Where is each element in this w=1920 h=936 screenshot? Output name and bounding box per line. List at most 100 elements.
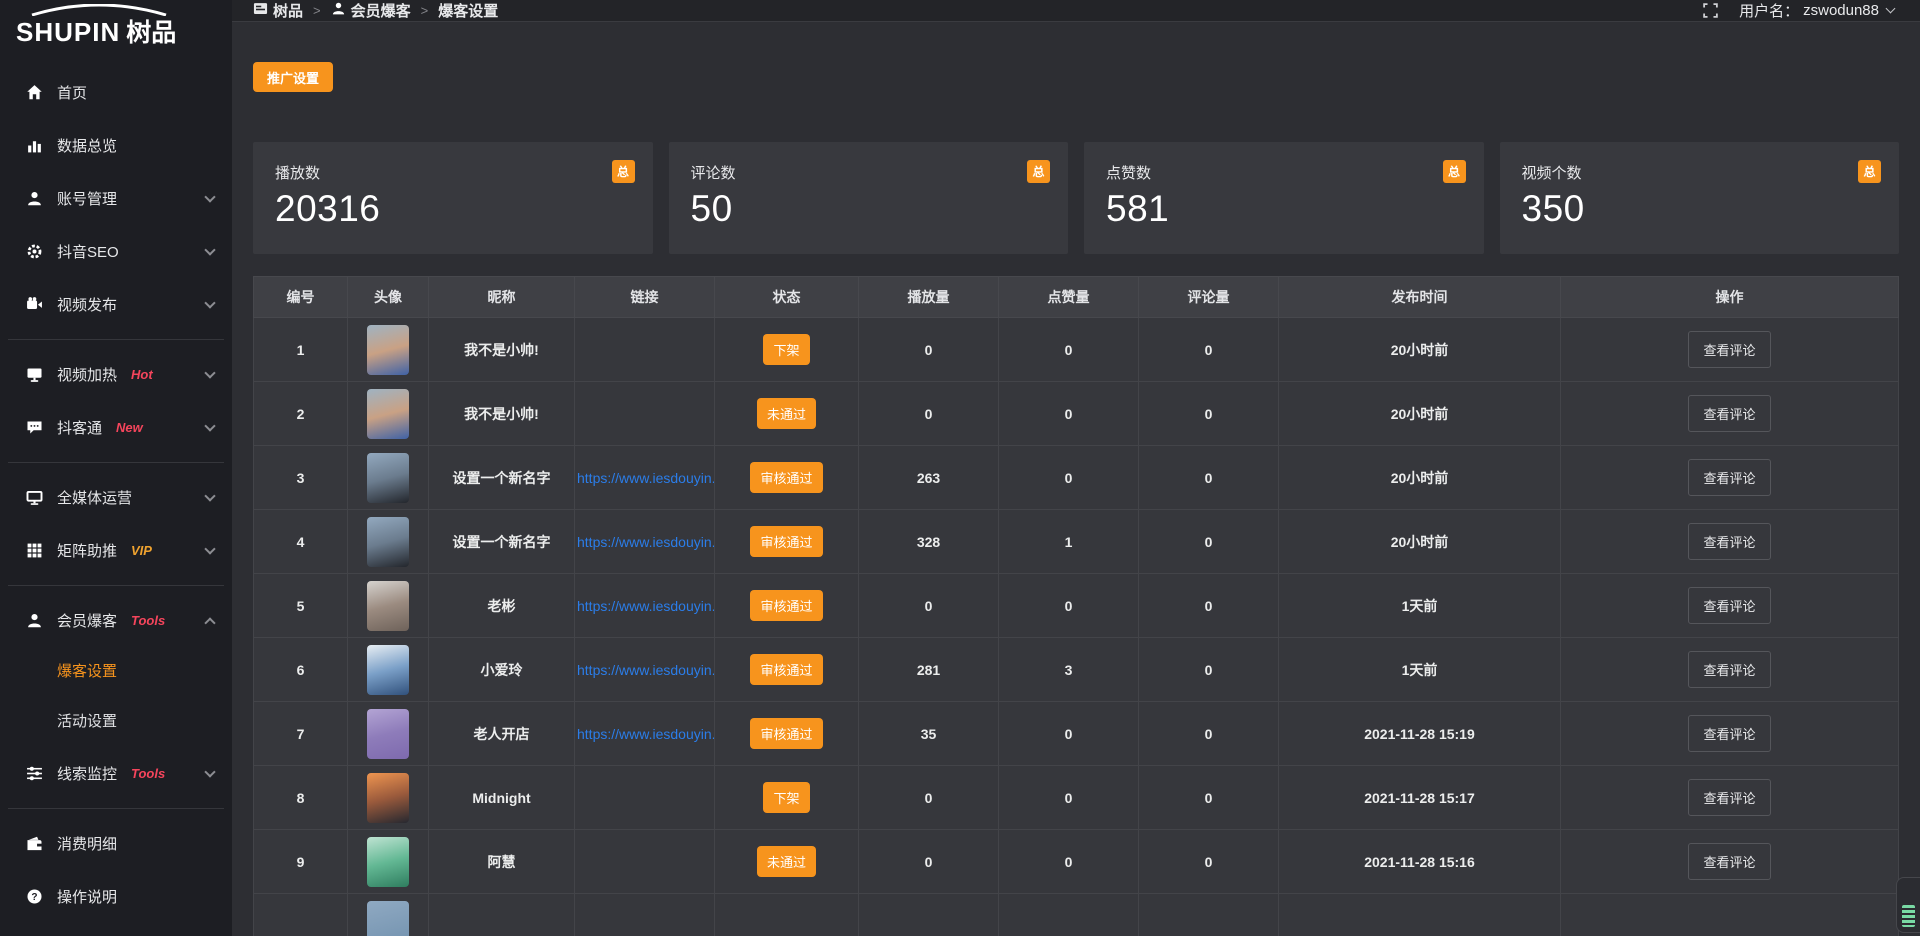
chevron-down-icon: [204, 766, 215, 777]
sidebar-subitem-activity-settings[interactable]: 活动设置: [0, 697, 232, 747]
breadcrumb-item-shupin[interactable]: 树品: [253, 0, 303, 21]
cell-nickname: 小爱玲: [429, 638, 575, 702]
user-menu[interactable]: 用户名：zswodun88: [1739, 0, 1894, 21]
cell-likes: 0: [999, 446, 1139, 510]
cell-likes: 0: [999, 702, 1139, 766]
page-content: 推广设置 播放数20316总评论数50总点赞数581总视频个数350总 编号头像…: [232, 22, 1920, 936]
sidebar-item-label: 视频发布: [57, 294, 117, 315]
view-comments-button[interactable]: 查看评论: [1688, 587, 1770, 624]
cell-comments: 0: [1139, 574, 1279, 638]
cell-avatar: [348, 702, 429, 766]
total-badge: 总: [1027, 160, 1050, 183]
cell-nickname: 设置一个新名字: [429, 446, 575, 510]
avatar-cartoon-avatar: [367, 709, 409, 759]
video-link[interactable]: https://www.iesdouyin.c: [575, 534, 714, 550]
cell-avatar: [348, 382, 429, 446]
cell-plays: 263: [859, 446, 999, 510]
sidebar-divider: [8, 462, 224, 463]
chevron-down-icon: [204, 420, 215, 431]
sidebar-item-home[interactable]: 首页: [0, 66, 232, 119]
sidebar-item-video-heat[interactable]: 视频加热Hot: [0, 348, 232, 401]
sidebar-item-data-overview[interactable]: 数据总览: [0, 119, 232, 172]
cell-avatar: [348, 446, 429, 510]
view-comments-button[interactable]: 查看评论: [1688, 779, 1770, 816]
column-header: 编号: [254, 277, 348, 318]
cell-publish-time: 2021-11-28 15:16: [1279, 830, 1561, 894]
table-body: 1我不是小帅!下架00020小时前查看评论2我不是小帅!未通过00020小时前查…: [254, 318, 1899, 936]
video-link[interactable]: https://www.iesdouyin.c: [575, 662, 714, 678]
sidebar-item-account-manage[interactable]: 账号管理: [0, 172, 232, 225]
promo-settings-button[interactable]: 推广设置: [253, 62, 333, 92]
cell-link: [575, 894, 715, 936]
chat-widget-icon: [1902, 905, 1915, 927]
cell-publish-time: 1天前: [1279, 638, 1561, 702]
cell-status: 审核通过: [715, 574, 859, 638]
main-area: 树品>会员爆客>爆客设置 用户名：zswodun88 推广设置 播放数20316…: [232, 0, 1920, 936]
sidebar-item-consume-detail[interactable]: 消费明细: [0, 817, 232, 870]
sidebar-item-video-publish[interactable]: 视频发布: [0, 278, 232, 331]
user-icon: [26, 190, 43, 207]
logo-text-cn: 树品: [126, 13, 176, 49]
cell-number: 5: [254, 574, 348, 638]
view-comments-button[interactable]: 查看评论: [1688, 523, 1770, 560]
cell-plays: [859, 894, 999, 936]
cell-action: 查看评论: [1561, 446, 1899, 510]
sidebar-item-clue-monitor[interactable]: 线索监控Tools: [0, 747, 232, 800]
avatar-green-art: [367, 837, 409, 887]
video-link[interactable]: https://www.iesdouyin.c: [575, 598, 714, 614]
cell-likes: 1: [999, 510, 1139, 574]
view-comments-button[interactable]: 查看评论: [1688, 843, 1770, 880]
fullscreen-icon[interactable]: [1702, 2, 1719, 19]
sidebar-badge-new: New: [116, 420, 143, 435]
cell-nickname: Midnight: [429, 766, 575, 830]
brand-logo[interactable]: SHUPIN 树品: [0, 0, 232, 52]
view-comments-button[interactable]: 查看评论: [1688, 395, 1770, 432]
chevron-down-icon: [204, 191, 215, 202]
sidebar-item-matrix-boost[interactable]: 矩阵助推VIP: [0, 524, 232, 577]
cell-avatar: [348, 894, 429, 936]
avatar-girl-photo: [367, 645, 409, 695]
cell-publish-time: 20小时前: [1279, 446, 1561, 510]
view-comments-button[interactable]: 查看评论: [1688, 459, 1770, 496]
column-header: 链接: [575, 277, 715, 318]
breadcrumb-label: 会员爆客: [351, 0, 411, 21]
sidebar-divider: [8, 808, 224, 809]
view-comments-button[interactable]: 查看评论: [1688, 651, 1770, 688]
cell-number: 6: [254, 638, 348, 702]
status-badge: 下架: [763, 334, 809, 365]
status-badge: 审核通过: [750, 654, 822, 685]
view-comments-button[interactable]: 查看评论: [1688, 715, 1770, 752]
sidebar-item-label: 消费明细: [57, 833, 117, 854]
video-link[interactable]: https://www.iesdouyin.c: [575, 726, 714, 742]
videos-table: 编号头像昵称链接状态播放量点赞量评论量发布时间操作 1我不是小帅!下架00020…: [253, 276, 1899, 936]
cell-publish-time: [1279, 894, 1561, 936]
breadcrumb: 树品>会员爆客>爆客设置: [253, 0, 498, 21]
sidebar-item-douyin-seo[interactable]: 抖音SEO: [0, 225, 232, 278]
sliders-icon: [26, 765, 43, 782]
breadcrumb-label: 树品: [273, 0, 303, 21]
breadcrumb-item-member-baoke[interactable]: 会员爆客: [331, 0, 411, 21]
sidebar-subitem-baoke-settings[interactable]: 爆客设置: [0, 647, 232, 697]
cell-plays: 0: [859, 766, 999, 830]
stat-card-label: 点赞数: [1106, 162, 1462, 183]
cell-comments: 0: [1139, 510, 1279, 574]
cell-comments: 0: [1139, 382, 1279, 446]
table-row: [254, 894, 1899, 936]
logo-text-en: SHUPIN: [16, 17, 120, 48]
table-row: 9阿慧未通过0002021-11-28 15:16查看评论: [254, 830, 1899, 894]
sidebar-item-operation-guide[interactable]: ?操作说明: [0, 870, 232, 923]
sidebar-item-douketong[interactable]: 抖客通New: [0, 401, 232, 454]
chat-widget[interactable]: [1896, 877, 1920, 933]
cell-comments: 0: [1139, 318, 1279, 382]
sidebar-item-label: 全媒体运营: [57, 487, 132, 508]
avatar-sky-photo: [367, 517, 409, 567]
stat-card-value: 50: [691, 188, 1047, 230]
cell-nickname: 阿慧: [429, 830, 575, 894]
cell-likes: 0: [999, 318, 1139, 382]
table-row: 5老彬https://www.iesdouyin.c审核通过0001天前查看评论: [254, 574, 1899, 638]
video-link[interactable]: https://www.iesdouyin.c: [575, 470, 714, 486]
cell-likes: [999, 894, 1139, 936]
sidebar-item-media-operation[interactable]: 全媒体运营: [0, 471, 232, 524]
sidebar-item-member-baoke[interactable]: 会员爆客Tools: [0, 594, 232, 647]
view-comments-button[interactable]: 查看评论: [1688, 331, 1770, 368]
